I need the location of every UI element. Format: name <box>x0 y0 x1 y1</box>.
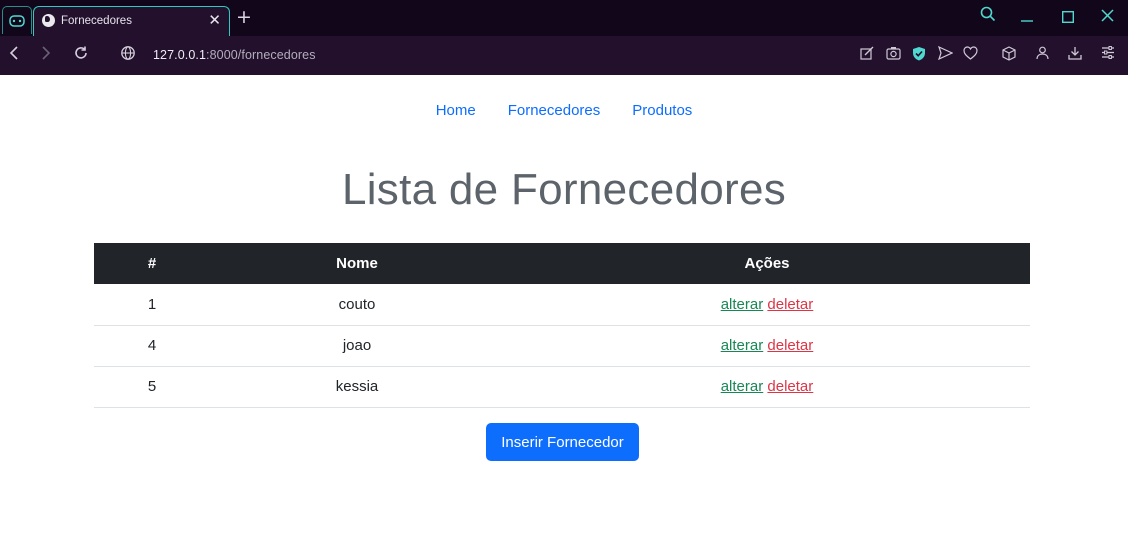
column-header-id: # <box>147 255 157 272</box>
nav-link-home[interactable]: Home <box>420 102 492 119</box>
new-tab-icon[interactable]: + <box>236 7 252 27</box>
tab-title: Fornecedores <box>61 15 132 27</box>
forward-icon[interactable] <box>40 45 52 66</box>
minimize-icon[interactable] <box>1021 8 1033 26</box>
row-nome: kessia <box>210 366 504 408</box>
reload-icon[interactable] <box>73 45 89 66</box>
table-row: 5 kessia alterar deletar <box>94 366 1030 408</box>
row-id: 1 <box>94 284 210 326</box>
cube-icon[interactable] <box>1002 46 1016 66</box>
gx-corner-icon[interactable] <box>2 6 32 34</box>
delete-link[interactable]: deletar <box>767 296 813 313</box>
close-tab-icon[interactable]: ✕ <box>208 12 221 28</box>
delete-link[interactable]: deletar <box>767 378 813 395</box>
row-id: 5 <box>94 366 210 408</box>
maximize-icon[interactable] <box>1061 9 1075 27</box>
row-actions: alterar deletar <box>504 284 1030 326</box>
edit-page-icon[interactable] <box>860 46 874 65</box>
row-nome: joao <box>210 325 504 367</box>
send-icon[interactable] <box>937 45 954 65</box>
url-field[interactable]: 127.0.0.1:8000/fornecedores <box>153 48 316 62</box>
globe-icon <box>42 14 55 27</box>
camera-icon[interactable] <box>886 46 901 65</box>
delete-link[interactable]: deletar <box>767 337 813 354</box>
url-path: :8000/fornecedores <box>206 48 316 62</box>
download-icon[interactable] <box>1068 46 1082 65</box>
column-header-nome: Nome <box>336 255 378 272</box>
edit-link[interactable]: alterar <box>721 296 764 313</box>
address-bar: 127.0.0.1:8000/fornecedores <box>0 36 1128 75</box>
edit-link[interactable]: alterar <box>721 378 764 395</box>
browser-tab[interactable]: Fornecedores ✕ <box>33 6 230 36</box>
back-icon[interactable] <box>8 45 20 66</box>
row-actions: alterar deletar <box>504 366 1030 408</box>
url-host: 127.0.0.1 <box>153 48 207 62</box>
row-actions: alterar deletar <box>504 325 1030 367</box>
top-nav: Home Fornecedores Produtos <box>0 102 1128 119</box>
profile-icon[interactable] <box>1036 46 1049 65</box>
search-icon[interactable] <box>980 6 996 26</box>
nav-link-fornecedores[interactable]: Fornecedores <box>492 102 617 119</box>
heart-icon[interactable] <box>963 46 978 65</box>
insert-fornecedor-button[interactable]: Inserir Fornecedor <box>486 423 639 461</box>
table-row: 1 couto alterar deletar <box>94 284 1030 326</box>
edit-link[interactable]: alterar <box>721 337 764 354</box>
row-nome: couto <box>210 284 504 326</box>
close-window-icon[interactable] <box>1101 8 1114 26</box>
site-info-icon[interactable] <box>120 45 136 66</box>
settings-menu-icon[interactable] <box>1101 46 1115 64</box>
table-header-row: # Nome Ações <box>94 243 1030 284</box>
column-header-acoes: Ações <box>744 255 790 272</box>
table-row: 4 joao alterar deletar <box>94 325 1030 367</box>
shield-icon[interactable] <box>912 46 926 66</box>
browser-tab-bar: Fornecedores ✕ + <box>0 0 1128 36</box>
nav-link-produtos[interactable]: Produtos <box>616 102 708 119</box>
fornecedores-table: # Nome Ações 1 couto alterar deletar 4 j… <box>94 243 1030 408</box>
page-title: Lista de Fornecedores <box>341 165 787 214</box>
page-content: Home Fornecedores Produtos Lista de Forn… <box>0 75 1128 550</box>
row-id: 4 <box>94 325 210 367</box>
